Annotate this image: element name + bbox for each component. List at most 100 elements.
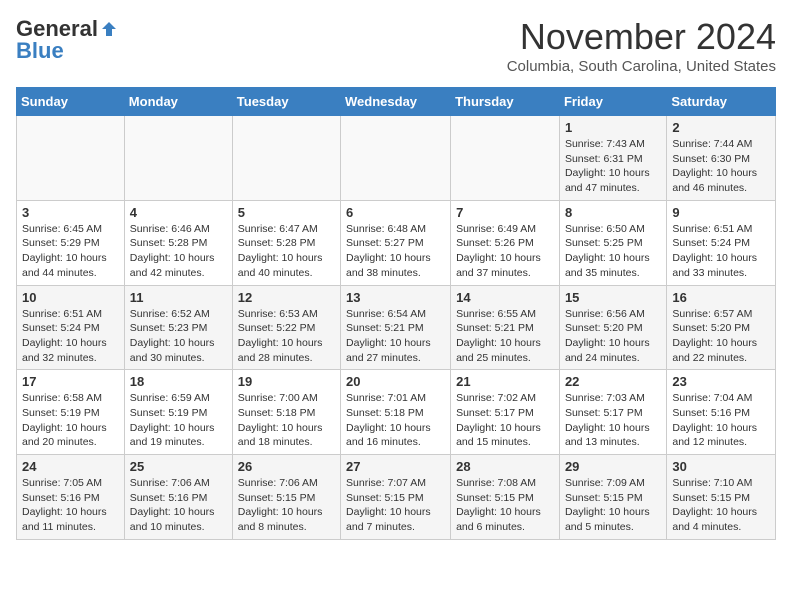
day-number: 17 (22, 374, 119, 389)
calendar-cell: 22 Sunrise: 7:03 AMSunset: 5:17 PMDayligh… (559, 370, 666, 455)
day-number: 7 (456, 205, 554, 220)
calendar-cell: 23 Sunrise: 7:04 AMSunset: 5:16 PMDayligh… (667, 370, 776, 455)
day-number: 11 (130, 290, 227, 305)
calendar-cell (17, 116, 125, 201)
calendar-cell: 12 Sunrise: 6:53 AMSunset: 5:22 PMDayligh… (232, 285, 340, 370)
week-row-4: 17 Sunrise: 6:58 AMSunset: 5:19 PMDayligh… (17, 370, 776, 455)
day-info: Sunrise: 6:53 AMSunset: 5:22 PMDaylight:… (238, 308, 323, 364)
title-area: November 2024 Columbia, South Carolina, … (507, 16, 776, 75)
calendar-cell: 6 Sunrise: 6:48 AMSunset: 5:27 PMDaylight… (341, 200, 451, 285)
day-info: Sunrise: 7:06 AMSunset: 5:16 PMDaylight:… (130, 477, 215, 533)
week-row-2: 3 Sunrise: 6:45 AMSunset: 5:29 PMDaylight… (17, 200, 776, 285)
weekday-header-thursday: Thursday (451, 88, 560, 116)
month-title: November 2024 (507, 16, 776, 58)
page-header: General Blue November 2024 Columbia, Sou… (16, 16, 776, 75)
calendar-cell: 25 Sunrise: 7:06 AMSunset: 5:16 PMDayligh… (124, 455, 232, 540)
weekday-header-sunday: Sunday (17, 88, 125, 116)
calendar-cell: 24 Sunrise: 7:05 AMSunset: 5:16 PMDayligh… (17, 455, 125, 540)
calendar-cell: 8Sunrise: 6:50 AMSunset: 5:25 PMDaylight… (559, 200, 666, 285)
calendar-cell: 14 Sunrise: 6:55 AMSunset: 5:21 PMDayligh… (451, 285, 560, 370)
day-info: Sunrise: 6:56 AMSunset: 5:20 PMDaylight:… (565, 308, 650, 364)
week-row-1: 1Sunrise: 7:43 AMSunset: 6:31 PMDaylight… (17, 116, 776, 201)
calendar-cell: 20 Sunrise: 7:01 AMSunset: 5:18 PMDayligh… (341, 370, 451, 455)
calendar-cell: 10Sunrise: 6:51 AMSunset: 5:24 PMDayligh… (17, 285, 125, 370)
calendar-cell: 17 Sunrise: 6:58 AMSunset: 5:19 PMDayligh… (17, 370, 125, 455)
calendar-cell: 30 Sunrise: 7:10 AMSunset: 5:15 PMDayligh… (667, 455, 776, 540)
weekday-header-saturday: Saturday (667, 88, 776, 116)
day-number: 6 (346, 205, 445, 220)
day-number: 24 (22, 459, 119, 474)
day-info: Sunrise: 6:48 AMSunset: 5:27 PMDaylight:… (346, 223, 431, 279)
day-number: 9 (672, 205, 770, 220)
calendar-cell: 27Sunrise: 7:07 AMSunset: 5:15 PMDayligh… (341, 455, 451, 540)
day-info: Sunrise: 7:04 AMSunset: 5:16 PMDaylight:… (672, 392, 757, 448)
day-number: 4 (130, 205, 227, 220)
calendar-cell: 18 Sunrise: 6:59 AMSunset: 5:19 PMDayligh… (124, 370, 232, 455)
day-info: Sunrise: 7:02 AMSunset: 5:17 PMDaylight:… (456, 392, 541, 448)
day-number: 19 (238, 374, 335, 389)
day-info: Sunrise: 7:09 AMSunset: 5:15 PMDaylight:… (565, 477, 650, 533)
day-info: Sunrise: 6:59 AMSunset: 5:19 PMDaylight:… (130, 392, 215, 448)
calendar-cell: 15 Sunrise: 6:56 AMSunset: 5:20 PMDayligh… (559, 285, 666, 370)
day-number: 3 (22, 205, 119, 220)
location-title: Columbia, South Carolina, United States (507, 58, 776, 75)
day-info: Sunrise: 6:58 AMSunset: 5:19 PMDaylight:… (22, 392, 107, 448)
calendar-cell: 19 Sunrise: 7:00 AMSunset: 5:18 PMDayligh… (232, 370, 340, 455)
day-info: Sunrise: 6:47 AMSunset: 5:28 PMDaylight:… (238, 223, 323, 279)
day-number: 1 (565, 120, 661, 135)
day-info: Sunrise: 6:49 AMSunset: 5:26 PMDaylight:… (456, 223, 541, 279)
day-number: 26 (238, 459, 335, 474)
day-number: 22 (565, 374, 661, 389)
day-info: Sunrise: 7:44 AMSunset: 6:30 PMDaylight:… (672, 138, 757, 194)
day-number: 25 (130, 459, 227, 474)
day-number: 18 (130, 374, 227, 389)
day-number: 16 (672, 290, 770, 305)
day-info: Sunrise: 6:55 AMSunset: 5:21 PMDaylight:… (456, 308, 541, 364)
weekday-header-wednesday: Wednesday (341, 88, 451, 116)
calendar-cell: 4 Sunrise: 6:46 AMSunset: 5:28 PMDaylight… (124, 200, 232, 285)
day-info: Sunrise: 7:06 AMSunset: 5:15 PMDaylight:… (238, 477, 323, 533)
calendar-cell: 16 Sunrise: 6:57 AMSunset: 5:20 PMDayligh… (667, 285, 776, 370)
day-info: Sunrise: 7:08 AMSunset: 5:15 PMDaylight:… (456, 477, 541, 533)
calendar-cell: 7 Sunrise: 6:49 AMSunset: 5:26 PMDaylight… (451, 200, 560, 285)
day-number: 29 (565, 459, 661, 474)
day-number: 20 (346, 374, 445, 389)
calendar-cell: 13Sunrise: 6:54 AMSunset: 5:21 PMDayligh… (341, 285, 451, 370)
calendar-cell: 5 Sunrise: 6:47 AMSunset: 5:28 PMDaylight… (232, 200, 340, 285)
calendar-cell: 26 Sunrise: 7:06 AMSunset: 5:15 PMDayligh… (232, 455, 340, 540)
calendar-cell (451, 116, 560, 201)
day-number: 23 (672, 374, 770, 389)
calendar-cell (341, 116, 451, 201)
day-number: 28 (456, 459, 554, 474)
day-info: Sunrise: 6:46 AMSunset: 5:28 PMDaylight:… (130, 223, 215, 279)
weekday-header-monday: Monday (124, 88, 232, 116)
day-number: 30 (672, 459, 770, 474)
day-number: 27 (346, 459, 445, 474)
day-number: 15 (565, 290, 661, 305)
day-number: 14 (456, 290, 554, 305)
calendar-table: SundayMondayTuesdayWednesdayThursdayFrid… (16, 87, 776, 540)
day-number: 2 (672, 120, 770, 135)
calendar-cell: 2 Sunrise: 7:44 AMSunset: 6:30 PMDaylight… (667, 116, 776, 201)
day-info: Sunrise: 7:10 AMSunset: 5:15 PMDaylight:… (672, 477, 757, 533)
day-number: 13 (346, 290, 445, 305)
day-number: 8 (565, 205, 661, 220)
calendar-cell (124, 116, 232, 201)
weekday-header-row: SundayMondayTuesdayWednesdayThursdayFrid… (17, 88, 776, 116)
calendar-cell: 29 Sunrise: 7:09 AMSunset: 5:15 PMDayligh… (559, 455, 666, 540)
day-info: Sunrise: 7:00 AMSunset: 5:18 PMDaylight:… (238, 392, 323, 448)
day-number: 5 (238, 205, 335, 220)
day-info: Sunrise: 6:45 AMSunset: 5:29 PMDaylight:… (22, 223, 107, 279)
day-info: Sunrise: 7:01 AMSunset: 5:18 PMDaylight:… (346, 392, 431, 448)
day-info: Sunrise: 6:57 AMSunset: 5:20 PMDaylight:… (672, 308, 757, 364)
calendar-cell: 21Sunrise: 7:02 AMSunset: 5:17 PMDayligh… (451, 370, 560, 455)
logo: General Blue (16, 16, 118, 64)
calendar-cell: 1Sunrise: 7:43 AMSunset: 6:31 PMDaylight… (559, 116, 666, 201)
day-number: 12 (238, 290, 335, 305)
day-info: Sunrise: 7:05 AMSunset: 5:16 PMDaylight:… (22, 477, 107, 533)
day-info: Sunrise: 7:03 AMSunset: 5:17 PMDaylight:… (565, 392, 650, 448)
weekday-header-tuesday: Tuesday (232, 88, 340, 116)
calendar-cell: 28 Sunrise: 7:08 AMSunset: 5:15 PMDayligh… (451, 455, 560, 540)
calendar-cell (232, 116, 340, 201)
weekday-header-friday: Friday (559, 88, 666, 116)
